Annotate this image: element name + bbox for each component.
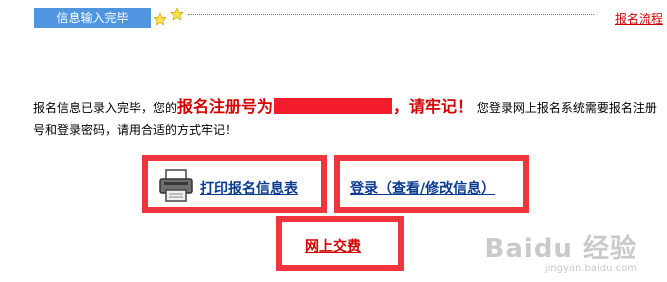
reg-number-label: 报名注册号为 bbox=[177, 97, 274, 116]
registration-process-link[interactable]: 报名流程 bbox=[615, 10, 663, 27]
baidu-jingyan-watermark: Baidu 经验 jingyan.baidu.com bbox=[485, 228, 637, 274]
status-tab: 信息输入完毕 bbox=[34, 8, 151, 28]
watermark-brand: Baidu 经验 bbox=[484, 234, 637, 264]
print-info-link[interactable]: 打印报名信息表 bbox=[200, 178, 298, 198]
star-icon bbox=[153, 12, 167, 26]
login-view-edit-link[interactable]: 登录（查看/修改信息） bbox=[350, 178, 495, 198]
printer-icon[interactable] bbox=[158, 169, 194, 203]
header-divider bbox=[188, 14, 594, 15]
remember-notice: ，请牢记！ bbox=[393, 97, 474, 116]
online-payment-link[interactable]: 网上交费 bbox=[305, 236, 361, 256]
redacted-reg-number bbox=[274, 98, 393, 114]
registration-message: 报名信息已录入完毕，您的报名注册号为 ，请牢记！ 您登录网上报名系统需要报名注册号… bbox=[33, 96, 661, 141]
star-icon bbox=[170, 7, 184, 21]
message-text: 报名信息已录入完毕，您的 bbox=[33, 101, 178, 115]
